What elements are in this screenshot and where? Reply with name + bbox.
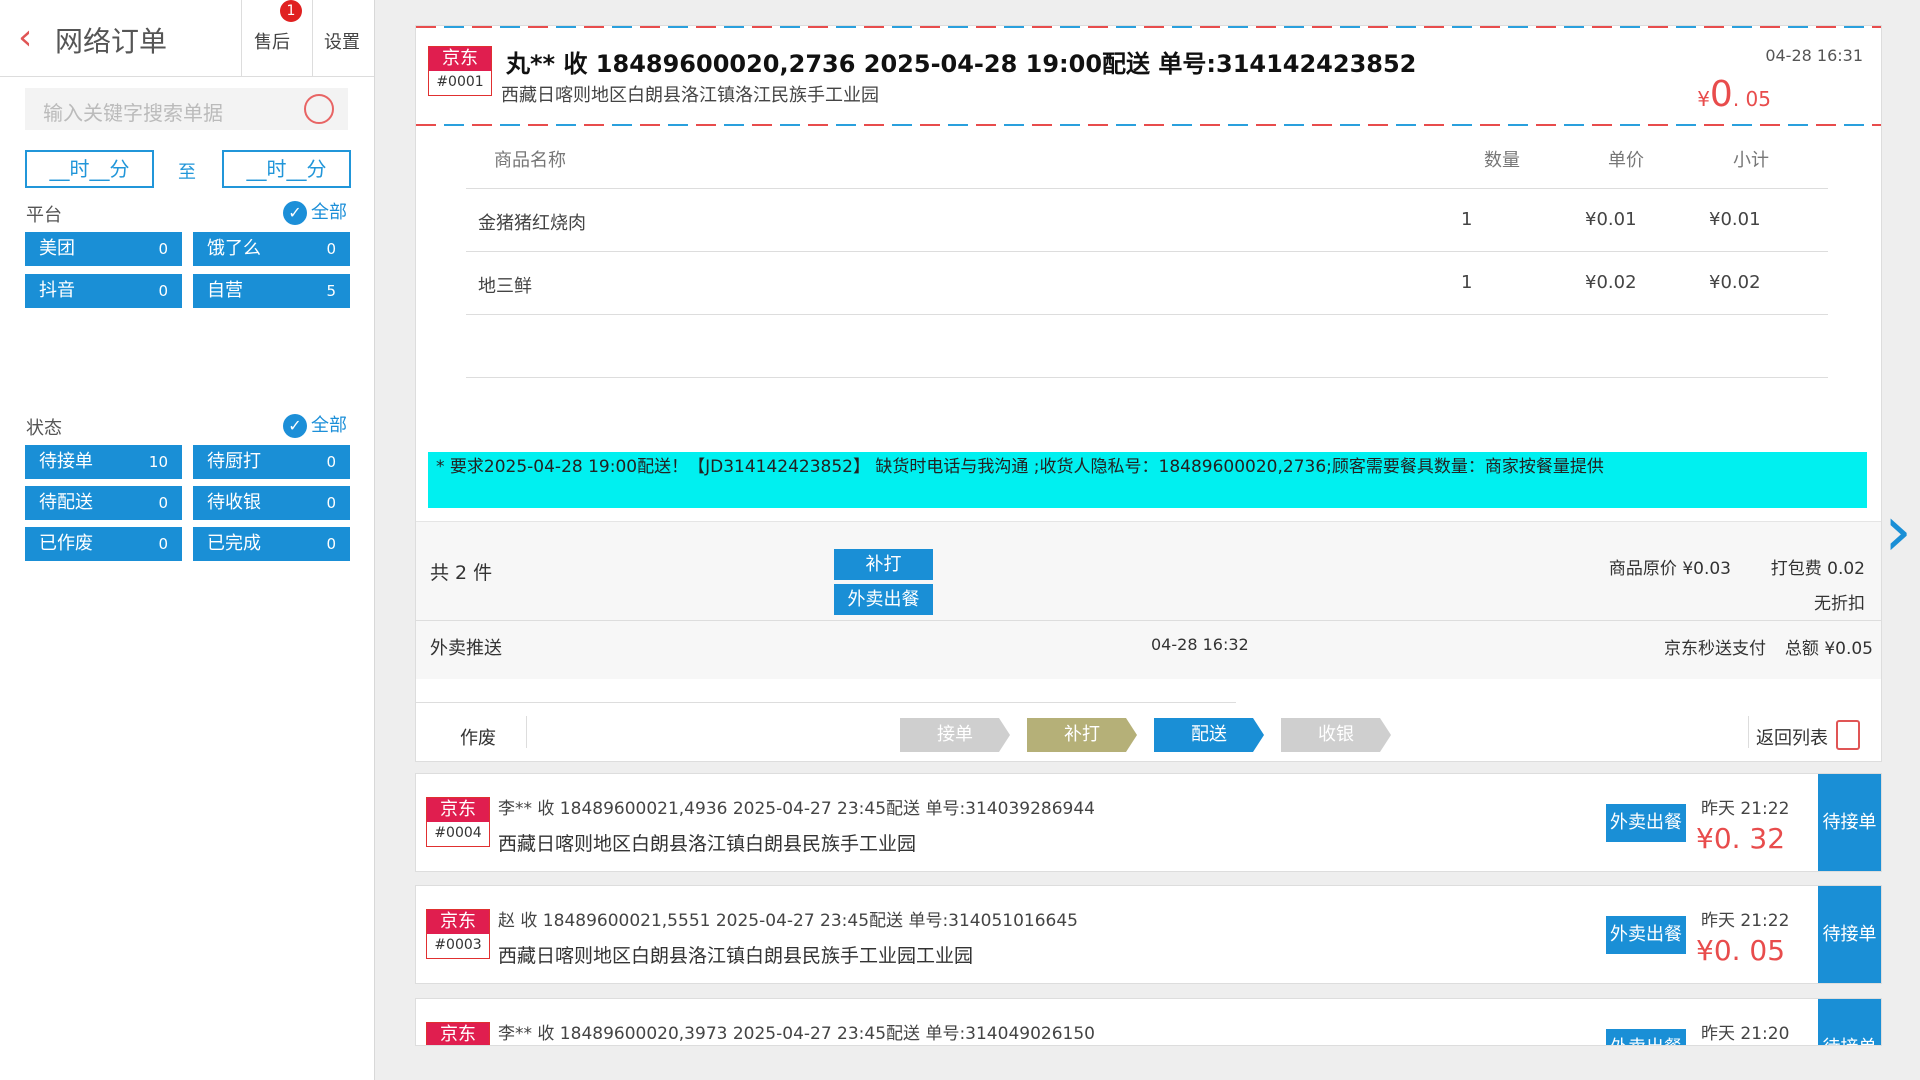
search-placeholder: 输入关键字搜索单据 — [43, 101, 223, 125]
delivery-label: 外卖推送 — [430, 638, 502, 659]
card-time: 昨天 21:22 — [1701, 799, 1790, 819]
step-reprint[interactable]: 补打 — [1027, 718, 1137, 752]
pay-method: 京东秒送支付 — [1664, 639, 1766, 659]
card-header: 李** 收 18489600020,3973 2025-04-27 23:45配… — [498, 1024, 1095, 1044]
page-title: 网络订单 — [55, 25, 168, 58]
divider — [416, 620, 1881, 621]
card-address: 西藏日喀则地区白朗县洛江镇白朗县民族手工业园工业园 — [498, 945, 974, 967]
back-to-list-button[interactable]: 返回列表 — [1756, 724, 1828, 750]
search-input[interactable]: 输入关键字搜索单据 — [25, 88, 348, 130]
status-chip-completed[interactable]: 已完成 0 — [193, 527, 350, 561]
status-chip-pending-delivery[interactable]: 待配送 0 — [25, 486, 182, 520]
takeout-out-button[interactable]: 外卖出餐 — [1606, 804, 1686, 842]
order-header: 丸** 收 18489600020,2736 2025-04-28 19:00配… — [506, 50, 1417, 78]
to-label: 至 — [178, 162, 196, 183]
order-detail-panel: 京东 #0001 丸** 收 18489600020,2736 2025-04-… — [415, 25, 1882, 762]
original-price: 商品原价 ¥0.03 — [1608, 559, 1731, 579]
table-row: 地三鲜 1 ¥0.02 ¥0.02 — [466, 252, 1828, 315]
platform-chip-self[interactable]: 自营 5 — [193, 274, 350, 308]
platform-all-toggle[interactable]: ✓ 全部 — [283, 198, 347, 225]
order-total: 总额 ¥0.05 — [1784, 639, 1873, 659]
divider — [241, 0, 242, 76]
check-icon: ✓ — [283, 201, 307, 225]
status-chip-pending-cashier[interactable]: 待收银 0 — [193, 486, 350, 520]
aftersale-badge: 1 — [280, 0, 302, 22]
no-discount: 无折扣 — [1814, 594, 1865, 614]
status-chip-pending-accept[interactable]: 待接单 10 — [25, 445, 182, 479]
card-amount: ¥0. 32 — [1696, 822, 1786, 855]
aftersale-button[interactable]: 售后 — [254, 28, 290, 54]
platform-chip-douyin[interactable]: 抖音 0 — [25, 274, 182, 308]
card-status-button[interactable]: 待接单 — [1818, 886, 1881, 983]
package-fee: 打包费 0.02 — [1770, 559, 1865, 579]
card-time: 昨天 21:20 — [1701, 1024, 1790, 1044]
order-note: * 要求2025-04-28 19:00配送！【JD314142423852】 … — [428, 452, 1867, 508]
step-accept[interactable]: 接单 — [900, 718, 1010, 752]
takeout-out-button[interactable]: 外卖出餐 — [1606, 916, 1686, 954]
list-icon[interactable] — [1836, 720, 1860, 750]
divider — [416, 702, 1236, 703]
col-qty: 数量 — [1484, 150, 1520, 171]
platform-tag: 京东 — [426, 1022, 490, 1045]
item-count: 共 2 件 — [430, 562, 493, 584]
platform-tag: 京东 #0003 — [426, 909, 490, 959]
delivery-time: 04-28 16:32 — [1151, 635, 1249, 654]
sidebar: ‹ 网络订单 售后 1 设置 输入关键字搜索单据 __时__分 至 __时__分… — [0, 0, 375, 1080]
divider — [526, 716, 527, 748]
col-subtotal: 小计 — [1733, 150, 1769, 171]
platform-chip-meituan[interactable]: 美团 0 — [25, 232, 182, 266]
back-arrow-icon[interactable]: ‹ — [18, 20, 32, 56]
reprint-button[interactable]: 补打 — [834, 549, 933, 580]
card-status-button[interactable]: 待接单 — [1818, 774, 1881, 871]
status-chip-pending-kitchen[interactable]: 待厨打 0 — [193, 445, 350, 479]
step-cashier[interactable]: 收银 — [1281, 718, 1391, 752]
status-all-toggle[interactable]: ✓ 全部 — [283, 411, 347, 438]
col-name: 商品名称 — [494, 150, 566, 171]
table-row: 金猪猪红烧肉 1 ¥0.01 ¥0.01 — [466, 189, 1828, 252]
card-address: 西藏日喀则地区白朗县洛江镇白朗县民族手工业园 — [498, 833, 917, 855]
time-to-field[interactable]: __时__分 — [222, 150, 351, 188]
takeout-out-button[interactable]: 外卖出餐 — [1606, 1029, 1686, 1045]
airmail-border-top — [416, 26, 1881, 28]
time-from-field[interactable]: __时__分 — [25, 150, 154, 188]
status-label: 状态 — [26, 418, 62, 439]
airmail-border-bottom — [416, 124, 1881, 126]
status-chip-voided[interactable]: 已作废 0 — [25, 527, 182, 561]
order-card[interactable]: 京东 李** 收 18489600020,3973 2025-04-27 23:… — [415, 998, 1882, 1046]
order-card[interactable]: 京东 #0003 赵 收 18489600021,5551 2025-04-27 … — [415, 885, 1882, 984]
order-summary: 共 2 件 补打 外卖出餐 商品原价 ¥0.03 打包费 0.02 无折扣 外卖… — [416, 521, 1881, 679]
card-amount: ¥0. 05 — [1696, 934, 1786, 967]
check-icon: ✓ — [283, 414, 307, 438]
order-time: 04-28 16:31 — [1765, 46, 1863, 65]
platform-tag: 京东 #0004 — [426, 797, 490, 847]
order-address: 西藏日喀则地区白朗县洛江镇洛江民族手工业园 — [501, 85, 879, 106]
sidebar-header: ‹ 网络订单 售后 1 设置 — [0, 0, 374, 77]
takeout-out-button[interactable]: 外卖出餐 — [834, 584, 933, 615]
void-button[interactable]: 作废 — [460, 724, 496, 750]
card-header: 赵 收 18489600021,5551 2025-04-27 23:45配送 … — [498, 911, 1078, 931]
platform-tag: 京东 #0001 — [428, 46, 492, 96]
divider — [312, 0, 313, 76]
card-time: 昨天 21:22 — [1701, 911, 1790, 931]
card-status-button[interactable]: 待接单 — [1818, 999, 1881, 1045]
search-icon[interactable] — [304, 94, 334, 124]
next-arrow-icon[interactable]: › — [1884, 490, 1912, 572]
col-price: 单价 — [1608, 150, 1644, 171]
platform-label: 平台 — [26, 205, 62, 226]
order-card[interactable]: 京东 #0004 李** 收 18489600021,4936 2025-04-2… — [415, 773, 1882, 872]
order-amount: ¥0. 05 — [1697, 74, 1771, 115]
divider — [1748, 716, 1749, 748]
table-row-empty — [466, 315, 1828, 378]
settings-button[interactable]: 设置 — [324, 28, 360, 54]
platform-chip-eleme[interactable]: 饿了么 0 — [193, 232, 350, 266]
step-delivery[interactable]: 配送 — [1154, 718, 1264, 752]
card-header: 李** 收 18489600021,4936 2025-04-27 23:45配… — [498, 799, 1095, 819]
